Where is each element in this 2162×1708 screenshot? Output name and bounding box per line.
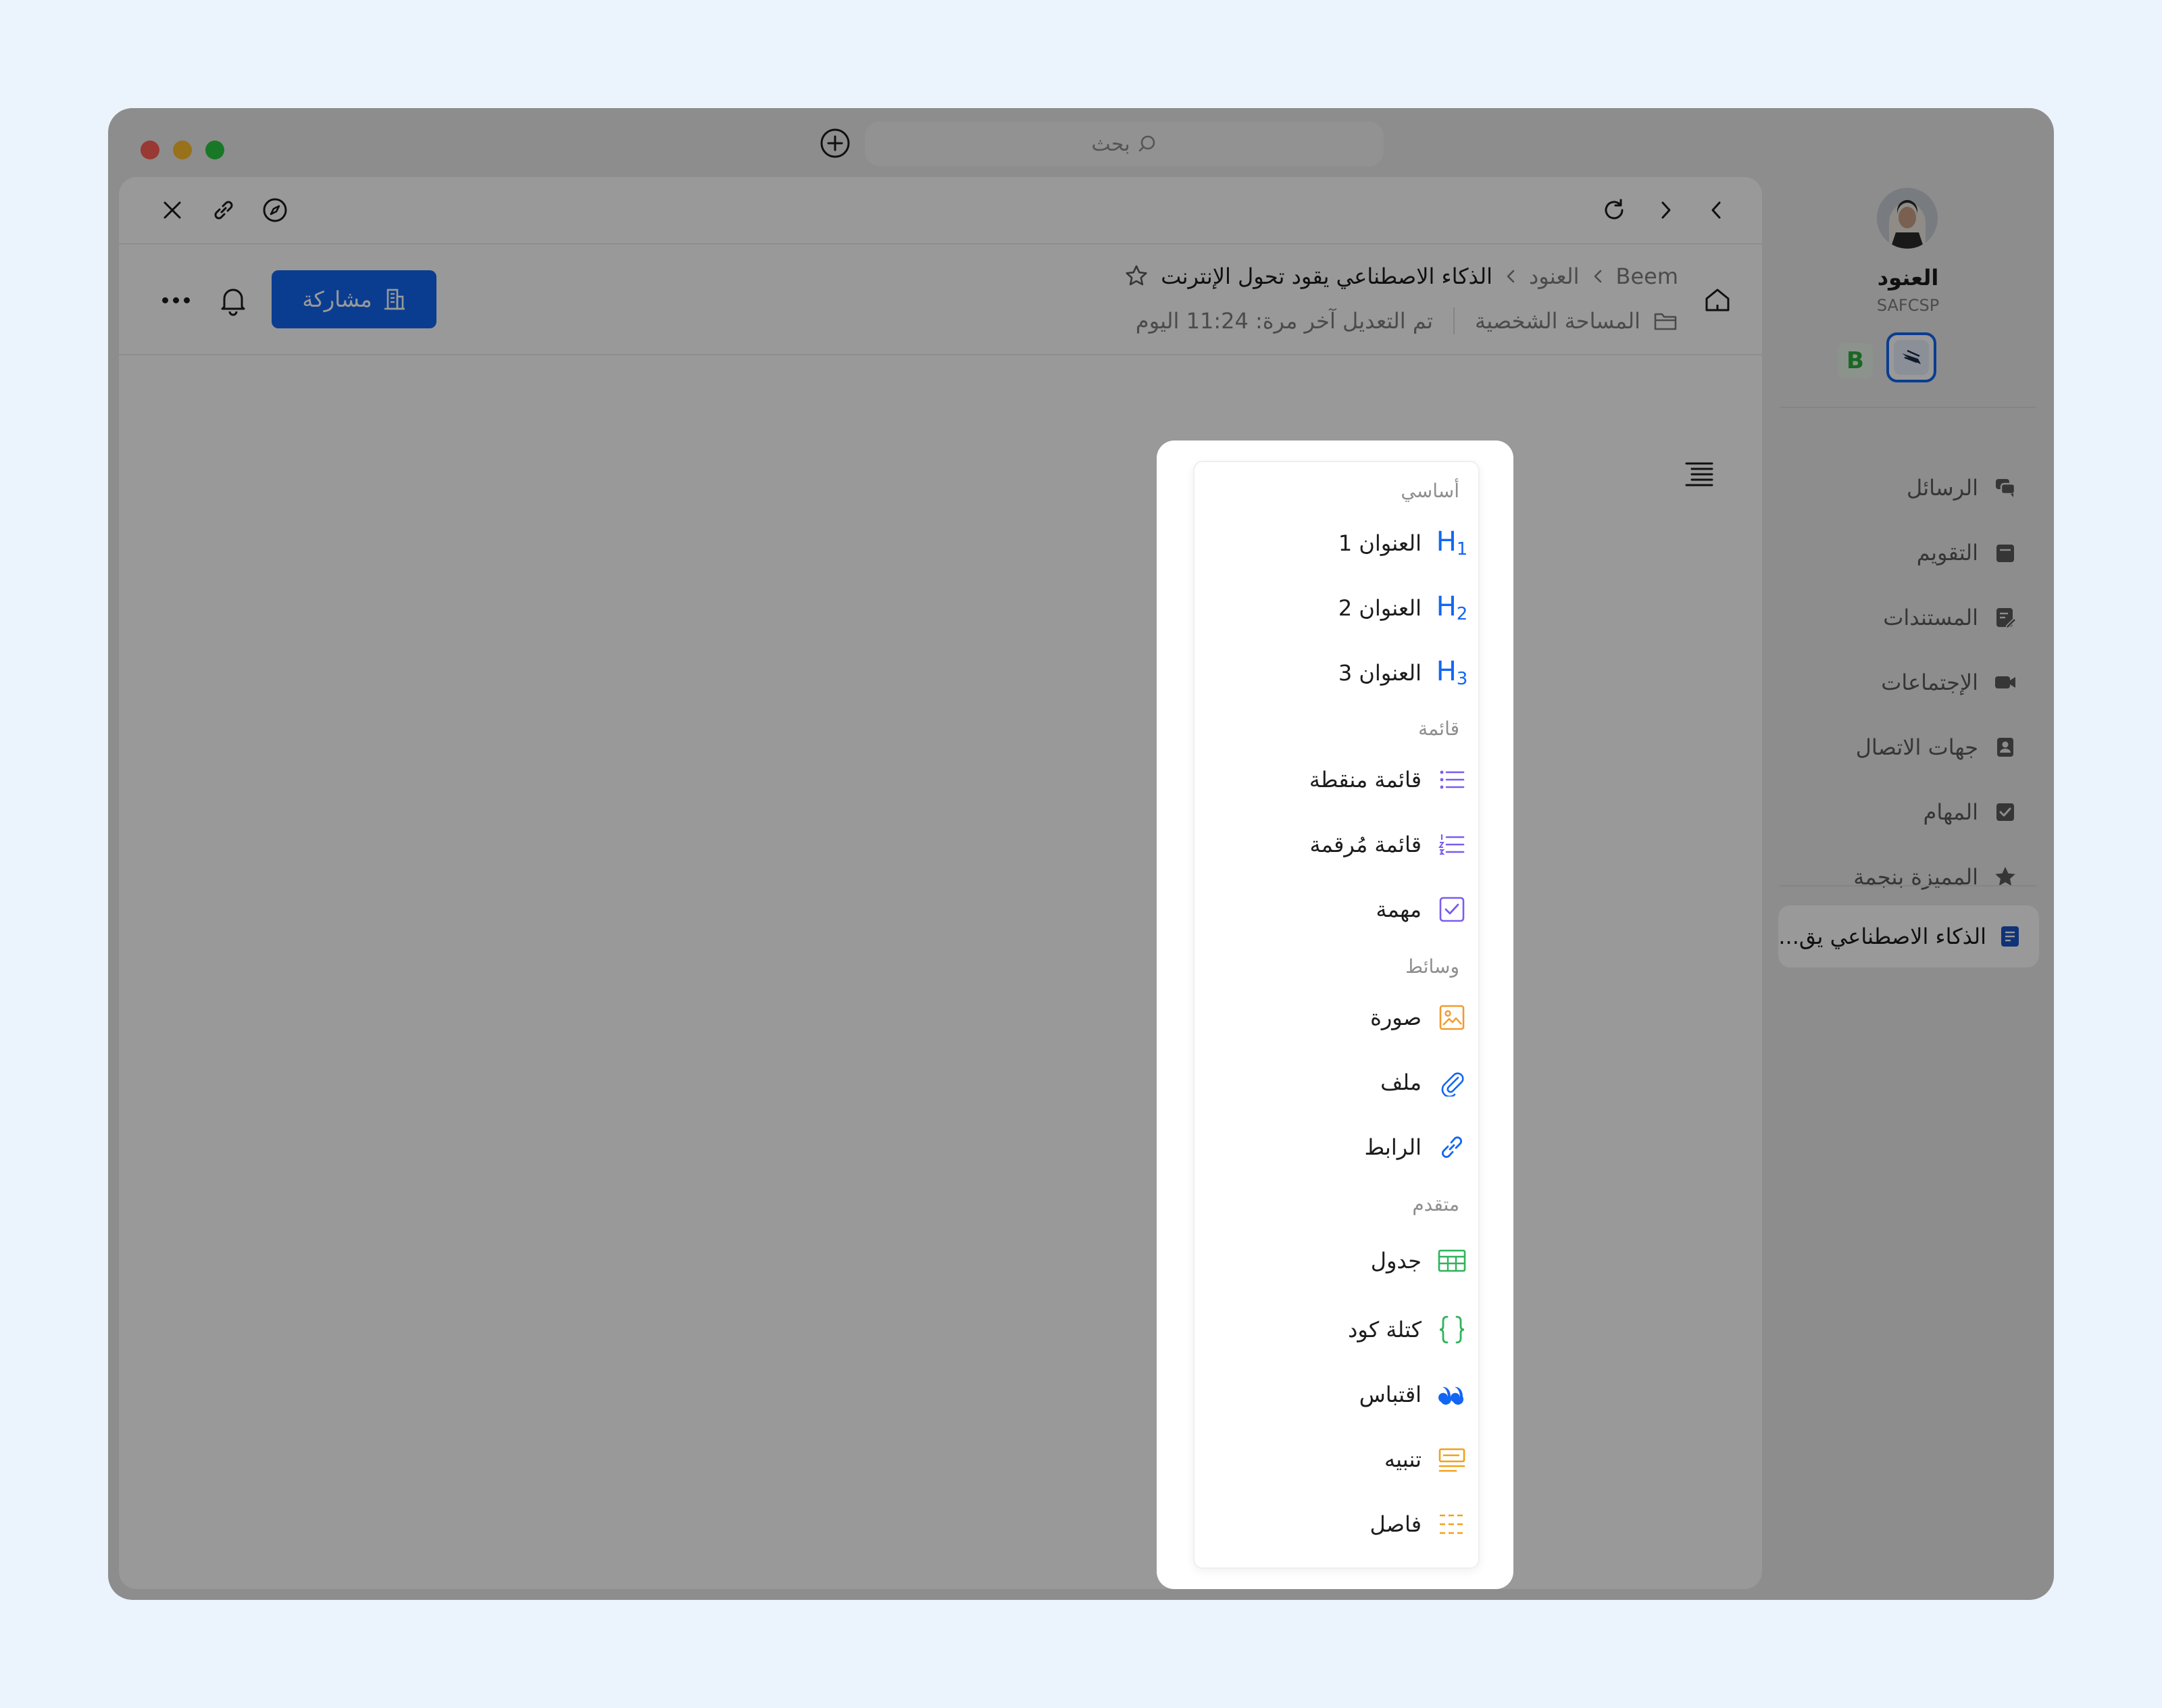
heading-glyph-number: 1 [1456,539,1468,559]
heading-glyph: H3 [1436,658,1468,688]
link-icon [1436,1132,1467,1163]
checkbox-icon [1436,894,1467,925]
heading-3-icon: H3 [1436,657,1468,688]
menu-item-label: قائمة مُرقمة [1309,832,1422,857]
menu-item-bullet-list[interactable]: قائمة منقطة [1309,759,1467,800]
menu-item-divider[interactable]: فاصل [1370,1504,1467,1544]
heading-glyph-number: 2 [1456,604,1468,624]
paperclip-icon [1436,1067,1467,1098]
quote-icon [1436,1379,1467,1410]
menu-item-label: جدول [1370,1248,1422,1274]
heading-1-icon: H1 [1436,528,1468,559]
bullet-list-icon [1436,764,1467,795]
heading-glyph-letter: H [1436,591,1457,622]
heading-glyph-letter: H [1436,526,1457,557]
menu-item-label: الرابط [1364,1134,1422,1160]
app-window: بحث Beem العنود الذكاء الاصطناعي يقود تح… [108,108,2054,1600]
divider-icon [1436,1509,1467,1540]
menu-item-label: مهمة [1376,897,1422,922]
heading-glyph: H2 [1436,593,1468,623]
menu-item-heading-1[interactable]: H1 العنوان 1 [1338,523,1468,563]
slash-command-menu: أساسي H1 العنوان 1 H2 العنوان 2 H3 العنو… [1193,461,1480,1569]
menu-item-label: العنوان 3 [1338,660,1422,686]
menu-item-code-block[interactable]: كتلة كود [1348,1309,1467,1350]
heading-glyph: H1 [1436,528,1468,558]
menu-item-task[interactable]: مهمة [1376,889,1467,930]
menu-item-heading-3[interactable]: H3 العنوان 3 [1338,653,1468,693]
menu-item-callout[interactable]: تنبيه [1384,1439,1467,1480]
menu-item-label: تنبيه [1384,1447,1422,1472]
menu-item-file[interactable]: ملف [1380,1062,1467,1103]
menu-item-label: صورة [1370,1005,1422,1030]
heading-glyph-letter: H [1436,656,1457,687]
menu-section-advanced: متقدم [1412,1193,1459,1215]
numbered-list-icon [1436,829,1467,860]
menu-section-media: وسائط [1405,955,1459,978]
menu-item-link[interactable]: الرابط [1365,1127,1467,1167]
image-icon [1436,1002,1467,1033]
menu-section-list: قائمة [1418,718,1459,740]
menu-item-label: العنوان 1 [1338,530,1422,556]
menu-item-quote[interactable]: اقتباس [1359,1374,1467,1415]
heading-2-icon: H2 [1436,593,1468,624]
code-braces-icon [1436,1314,1467,1345]
menu-item-label: فاصل [1369,1511,1422,1537]
slash-menu-highlight: أساسي H1 العنوان 1 H2 العنوان 2 H3 العنو… [1157,441,1513,1589]
menu-item-label: اقتباس [1359,1382,1422,1407]
menu-item-image[interactable]: صورة [1370,997,1467,1038]
menu-section-basic: أساسي [1401,480,1459,502]
menu-item-label: كتلة كود [1348,1317,1422,1342]
menu-item-numbered-list[interactable]: قائمة مُرقمة [1309,824,1467,865]
table-icon [1436,1245,1467,1276]
callout-icon [1436,1444,1467,1475]
menu-item-label: قائمة منقطة [1309,767,1422,793]
menu-item-label: العنوان 2 [1338,595,1422,621]
menu-item-table[interactable]: جدول [1371,1240,1467,1281]
menu-item-label: ملف [1380,1070,1422,1095]
heading-glyph-number: 3 [1456,669,1468,689]
menu-item-heading-2[interactable]: H2 العنوان 2 [1338,588,1468,628]
modal-overlay[interactable] [108,108,2054,1600]
